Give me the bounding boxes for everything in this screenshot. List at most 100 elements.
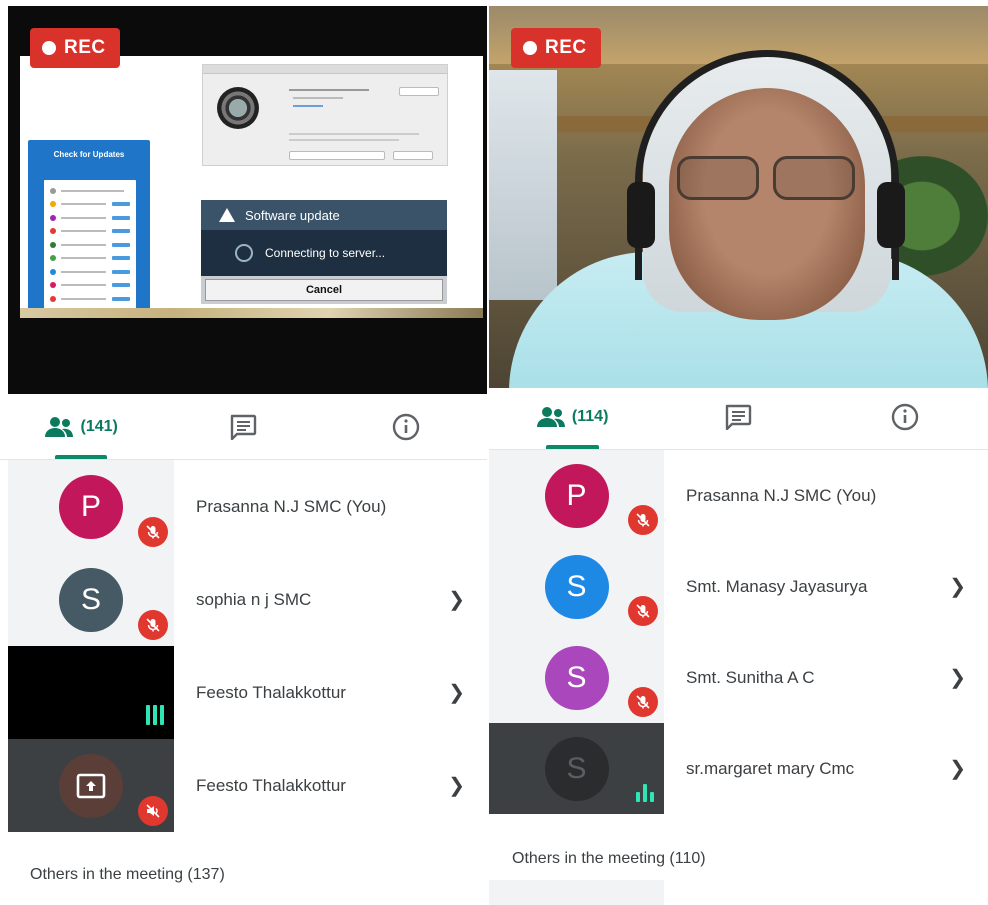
participant-name: Prasanna N.J SMC (You) — [686, 485, 877, 505]
mic-off-icon — [138, 610, 168, 640]
others-in-meeting-heading: Others in the meeting (110) — [512, 850, 706, 867]
mic-off-icon — [628, 687, 658, 717]
participant-row[interactable]: S Smt. Sunitha A C ❯ — [489, 632, 988, 723]
info-icon — [891, 403, 919, 430]
participant-video-tile — [8, 646, 174, 739]
participant-tile — [489, 880, 664, 905]
participants-list: P Prasanna N.J SMC (You) S sophia n j SM… — [0, 460, 487, 832]
loading-spinner-icon — [235, 244, 253, 262]
avatar: S — [59, 567, 123, 632]
update-dialog-status: Connecting to server... — [265, 246, 386, 260]
people-count: (141) — [80, 417, 118, 435]
mic-off-icon — [628, 505, 658, 535]
participant-tile: P — [8, 460, 174, 553]
recording-badge: REC — [511, 28, 601, 68]
participant-name: sophia n j SMC — [196, 589, 312, 609]
participant-name: Smt. Manasy Jayasurya — [686, 576, 868, 596]
system-preferences-window — [202, 64, 448, 166]
participant-tile: P — [489, 450, 664, 541]
participant-row[interactable]: S Smt. Manasy Jayasurya ❯ — [489, 541, 988, 632]
participant-row[interactable]: Feesto Thalakkottur ❯ — [0, 646, 487, 739]
check-for-updates-subtext — [28, 162, 150, 167]
screen-share-video: Check for Updates Software update Connec… — [8, 6, 487, 394]
participant-name: Prasanna N.J SMC (You) — [196, 496, 387, 516]
people-icon — [45, 416, 74, 437]
recording-label: REC — [545, 37, 587, 58]
right-meet-panel: REC (114) P Prasanna N.J SMC (You) S Smt… — [489, 0, 988, 905]
left-meet-panel: Check for Updates Software update Connec… — [0, 0, 487, 905]
participant-tile: S — [489, 723, 664, 814]
avatar: S — [544, 736, 609, 801]
chevron-right-icon[interactable]: ❯ — [448, 773, 465, 798]
participant-row[interactable]: P Prasanna N.J SMC (You) — [489, 450, 988, 541]
recording-label: REC — [64, 37, 106, 58]
list-item — [50, 211, 130, 225]
tab-chat[interactable] — [655, 384, 821, 449]
panel-tabs: (141) — [0, 394, 487, 460]
participant-row[interactable]: S sr.margaret mary Cmc ❯ — [489, 723, 988, 814]
avatar — [59, 753, 123, 818]
people-icon — [536, 406, 565, 427]
participant-tile: S — [489, 632, 664, 723]
avatar: P — [59, 474, 123, 539]
volume-off-icon — [138, 796, 168, 826]
chevron-right-icon[interactable]: ❯ — [949, 665, 966, 690]
chevron-right-icon[interactable]: ❯ — [949, 574, 966, 599]
update-dialog-title: Software update — [245, 207, 340, 223]
participant-name: sr.margaret mary Cmc — [686, 758, 855, 778]
participant-name: Feesto Thalakkottur — [196, 682, 346, 702]
tab-info[interactable] — [822, 384, 988, 449]
avatar: S — [544, 645, 609, 710]
list-item — [50, 225, 130, 239]
present-screen-icon — [76, 773, 106, 798]
screenshot-root: Check for Updates Software update Connec… — [0, 0, 988, 905]
audio-level-icon — [636, 784, 654, 802]
participant-name: Smt. Sunitha A C — [686, 667, 815, 687]
participant-row[interactable]: P Prasanna N.J SMC (You) — [0, 460, 487, 553]
list-item — [50, 198, 130, 212]
participant-name: Feesto Thalakkottur — [196, 775, 346, 795]
participant-presenting-tile — [8, 739, 174, 832]
avatar: P — [544, 463, 609, 528]
tab-people[interactable]: (114) — [489, 384, 655, 449]
people-count: (114) — [571, 407, 609, 425]
list-item — [50, 184, 130, 198]
audio-level-icon — [146, 705, 164, 725]
list-item — [50, 265, 130, 279]
chat-icon — [726, 404, 752, 430]
check-for-updates-title: Check for Updates — [53, 150, 125, 159]
panel-tabs: (114) — [489, 384, 988, 450]
cancel-button[interactable]: Cancel — [205, 279, 443, 301]
warning-icon — [219, 208, 235, 222]
chevron-right-icon[interactable]: ❯ — [949, 756, 966, 781]
camera-video: REC — [489, 6, 988, 388]
software-update-gear-icon — [217, 87, 259, 129]
others-in-meeting-heading: Others in the meeting (137) — [30, 866, 225, 883]
chevron-right-icon[interactable]: ❯ — [448, 680, 465, 705]
tab-chat[interactable] — [162, 394, 324, 459]
avatar: S — [544, 554, 609, 619]
participant-tile: S — [489, 541, 664, 632]
updates-list — [44, 180, 136, 310]
participants-list: P Prasanna N.J SMC (You) S Smt. Manasy J… — [489, 450, 988, 814]
recording-badge: REC — [30, 28, 120, 68]
mic-off-icon — [138, 517, 168, 547]
mic-off-icon — [628, 596, 658, 626]
tab-people[interactable]: (141) — [0, 394, 162, 459]
record-dot-icon — [523, 41, 537, 55]
shared-screen: Check for Updates Software update Connec… — [20, 56, 483, 318]
list-item — [50, 238, 130, 252]
software-update-dialog: Software update Connecting to server... … — [201, 200, 447, 304]
list-item — [50, 279, 130, 293]
list-item — [50, 252, 130, 266]
record-dot-icon — [42, 41, 56, 55]
participant-row[interactable]: S sophia n j SMC ❯ — [0, 553, 487, 646]
check-for-updates-window: Check for Updates — [28, 140, 150, 316]
tab-info[interactable] — [325, 394, 487, 459]
info-icon — [392, 413, 420, 440]
chevron-right-icon[interactable]: ❯ — [448, 587, 465, 612]
participant-row[interactable]: Feesto Thalakkottur ❯ — [0, 739, 487, 832]
participant-tile: S — [8, 553, 174, 646]
chat-icon — [231, 414, 257, 440]
list-item — [50, 292, 130, 306]
